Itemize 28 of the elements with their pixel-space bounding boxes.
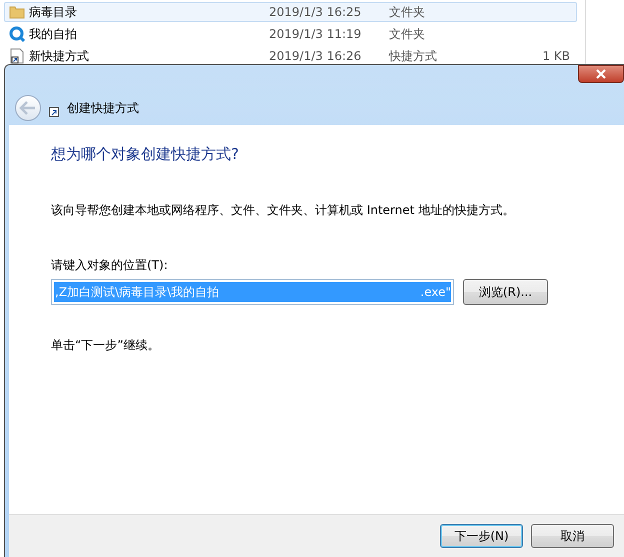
dialog-heading: 想为哪个对象创建快捷方式? <box>51 145 240 164</box>
file-row[interactable]: 病毒目录 2019/1/3 16:25 文件夹 <box>4 2 577 22</box>
file-name: 新快捷方式 <box>29 48 90 64</box>
dialog-button[interactable]: 下一步(N) <box>440 524 523 548</box>
close-icon <box>595 69 607 79</box>
dialog-title: 创建快捷方式 <box>67 100 139 116</box>
description-text: 该向导帮您创建本地或网络程序、文件、文件夹、计算机或 Internet 地址的快捷方式。 <box>51 202 516 219</box>
file-date: 2019/1/3 16:25 <box>269 5 362 19</box>
magnifier-icon <box>9 26 25 42</box>
folder-icon <box>9 4 25 20</box>
browse-button[interactable]: 浏览(R)... <box>463 279 548 305</box>
hint-text: 单击“下一步”继续。 <box>51 337 160 354</box>
shortcut-icon <box>9 48 25 64</box>
location-label: 请键入对象的位置(T): <box>51 257 169 274</box>
file-size: 1 KB <box>541 49 571 63</box>
file-date: 2019/1/3 11:19 <box>269 27 362 41</box>
dialog-button[interactable]: 取消 <box>531 524 614 548</box>
file-row[interactable]: 我的自拍 2019/1/3 11:19 文件夹 <box>4 24 577 44</box>
file-type: 文件夹 <box>389 4 426 20</box>
close-button[interactable] <box>578 65 624 83</box>
file-type: 快捷方式 <box>389 48 438 64</box>
file-row[interactable]: 新快捷方式 2019/1/3 16:26 快捷方式 1 KB <box>4 46 577 66</box>
file-name: 我的自拍 <box>29 26 78 42</box>
file-name: 病毒目录 <box>29 4 78 20</box>
file-date: 2019/1/3 16:26 <box>269 49 362 63</box>
back-arrow-icon <box>19 101 37 115</box>
shortcut-icon <box>49 107 59 117</box>
file-type: 文件夹 <box>389 26 426 42</box>
